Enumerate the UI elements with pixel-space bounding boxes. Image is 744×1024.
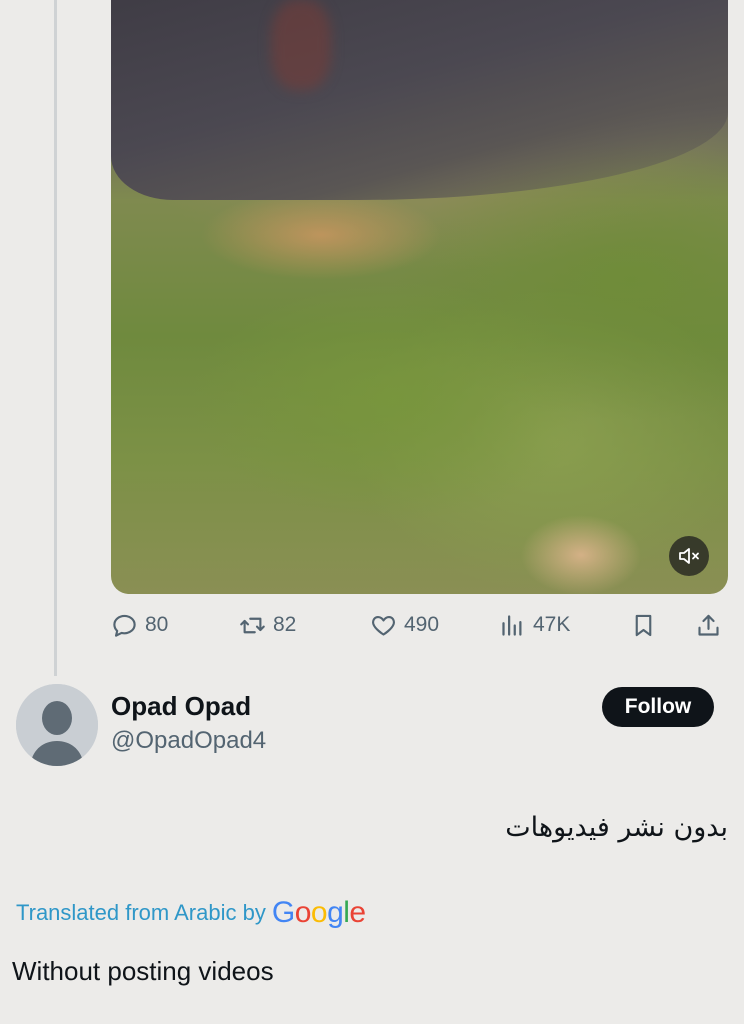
user-handle[interactable]: @OpadOpad4 (111, 727, 266, 755)
mute-button[interactable] (669, 536, 709, 576)
video-frame-detail (271, 0, 331, 90)
avatar[interactable] (16, 684, 98, 766)
video-frame-content (111, 0, 728, 200)
user-header: Opad Opad @OpadOpad4 Follow (16, 683, 728, 769)
views-button[interactable]: 47K (499, 604, 570, 646)
retweet-count: 82 (273, 613, 297, 636)
views-chart-icon (502, 614, 522, 636)
muted-speaker-icon (679, 548, 699, 564)
reply-count: 80 (145, 613, 169, 636)
share-icon (698, 614, 719, 636)
reply-button[interactable]: 80 (111, 604, 168, 646)
display-name[interactable]: Opad Opad (111, 691, 251, 722)
bookmark-button[interactable] (630, 604, 657, 646)
retweet-icon (240, 617, 265, 633)
google-logo: Google (271, 896, 366, 929)
post-translated-text: Without posting videos (12, 956, 274, 986)
tweet-action-bar: 80 82 490 47K (111, 604, 728, 646)
video-player[interactable] (111, 0, 728, 594)
bookmark-icon (635, 614, 652, 636)
share-button[interactable] (695, 604, 722, 646)
heart-icon (372, 615, 395, 636)
like-count: 490 (404, 613, 440, 636)
retweet-button[interactable]: 82 (239, 604, 296, 646)
post-original-text: بدون نشر فيديوهات (505, 812, 728, 843)
translation-attribution[interactable]: Translated from Arabic by Google (16, 896, 366, 930)
like-button[interactable]: 490 (370, 604, 439, 646)
translation-label: Translated from Arabic by (16, 900, 266, 925)
default-avatar-icon (16, 684, 98, 766)
thread-connector-line (54, 0, 57, 676)
follow-button[interactable]: Follow (602, 687, 714, 727)
reply-icon (113, 614, 136, 637)
views-count: 47K (533, 613, 571, 636)
